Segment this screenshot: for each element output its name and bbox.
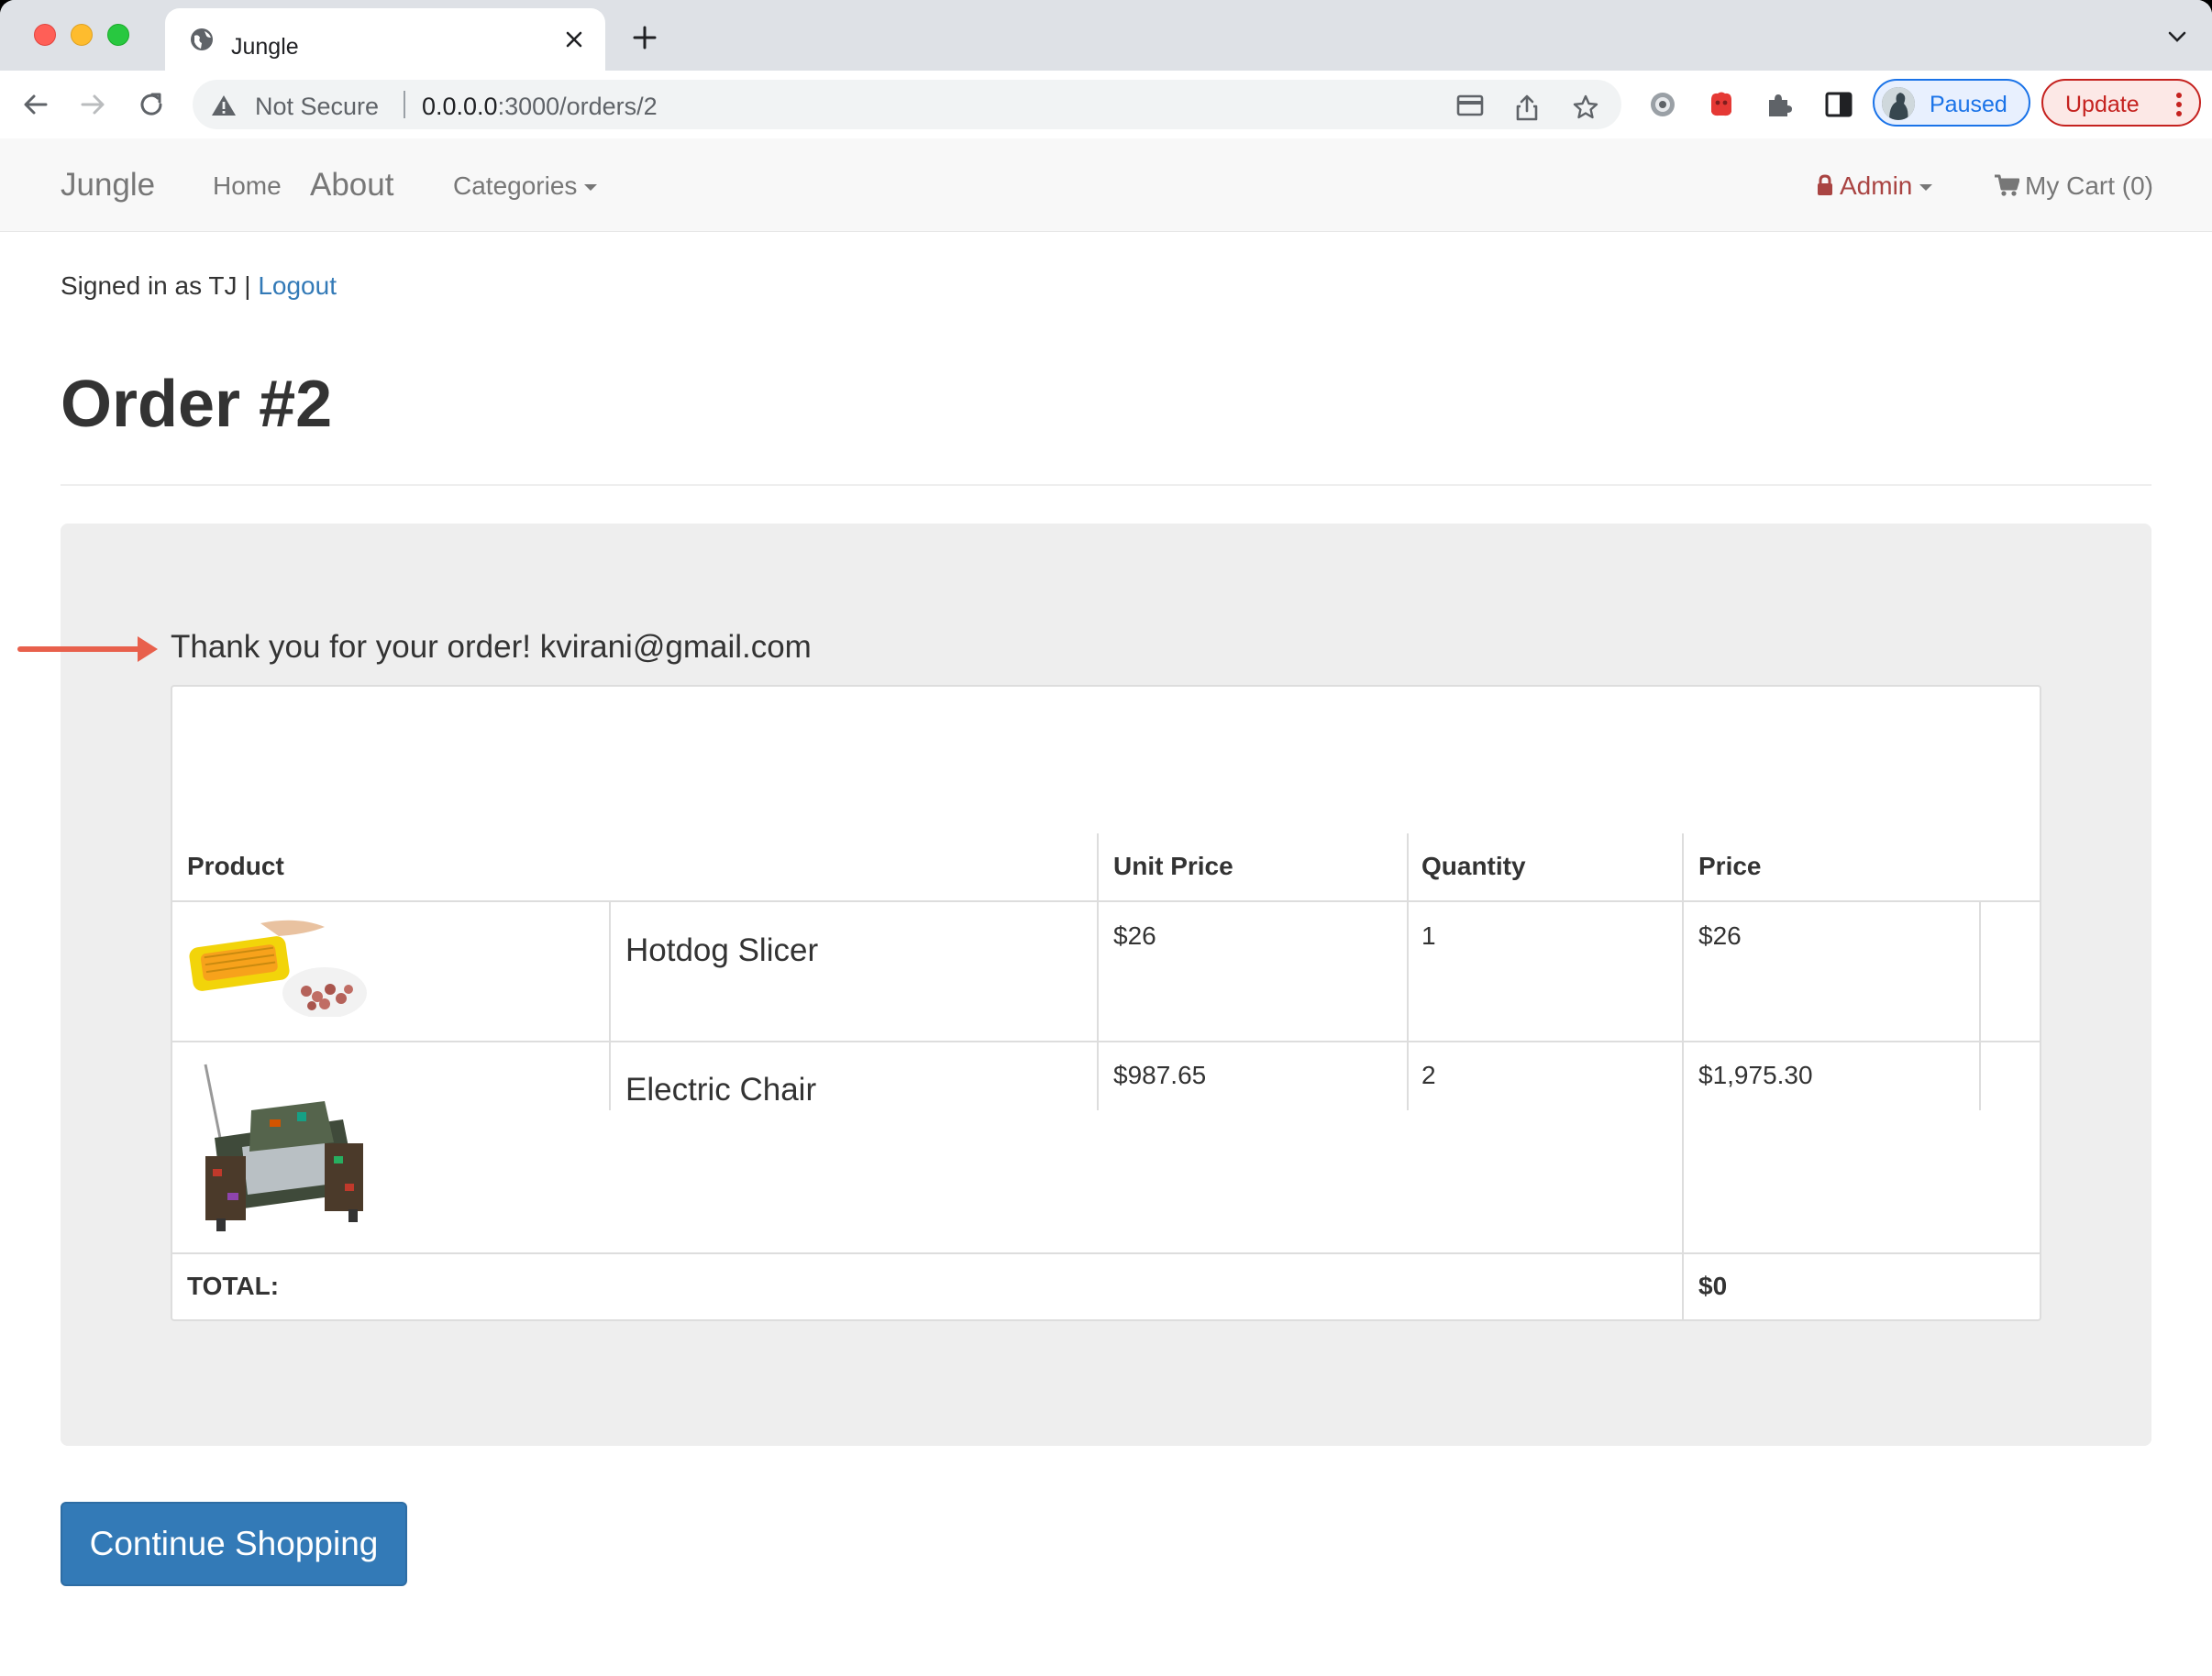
order-table: Product Unit Price Quantity Price Hotdog… — [171, 685, 2041, 1321]
forward-arrow-icon[interactable] — [77, 89, 108, 125]
url-path: :3000/orders/2 — [497, 93, 658, 120]
product-image-hotdog-slicer — [187, 916, 367, 1019]
extension-gear-icon[interactable] — [1647, 89, 1678, 125]
product-name: Electric Chair — [625, 1072, 817, 1108]
profile-paused-button[interactable]: Paused — [1873, 79, 2030, 127]
update-label: Update — [2065, 92, 2140, 117]
globe-icon — [189, 27, 215, 57]
unit-price: $987.65 — [1113, 1061, 1207, 1089]
cart-icon — [1994, 173, 2020, 204]
nav-home-link[interactable]: Home — [213, 171, 282, 201]
chevron-down-icon[interactable] — [2166, 29, 2188, 49]
tab-jungle[interactable]: Jungle — [165, 8, 605, 71]
quantity: 1 — [1421, 921, 1436, 950]
url-host: 0.0.0.0 — [422, 93, 498, 120]
caret-down-icon — [1919, 184, 1933, 192]
total-value: $0 — [1698, 1272, 1728, 1300]
annotation-arrow-icon — [17, 631, 161, 672]
caret-down-icon — [584, 184, 598, 192]
new-tab-icon[interactable] — [631, 24, 658, 56]
column-header-quantity: Quantity — [1421, 852, 1526, 880]
url-text[interactable]: 0.0.0.0:3000/orders/2 — [422, 93, 658, 121]
line-price: $26 — [1698, 921, 1742, 950]
update-button[interactable]: Update — [2041, 79, 2201, 127]
product-name: Hotdog Slicer — [625, 932, 819, 968]
more-vertical-icon[interactable] — [2175, 92, 2183, 122]
address-bar[interactable]: Not Secure 0.0.0.0:3000/orders/2 — [193, 80, 1621, 129]
avatar — [1882, 87, 1915, 120]
puzzle-icon[interactable] — [1764, 89, 1796, 125]
continue-shopping-button[interactable]: Continue Shopping — [61, 1502, 407, 1586]
maximize-window-button[interactable] — [107, 24, 129, 46]
nav-admin-dropdown[interactable]: Admin — [1816, 171, 1933, 203]
share-icon[interactable] — [1515, 94, 1539, 126]
star-icon[interactable] — [1572, 94, 1599, 126]
tab-strip: Jungle — [0, 0, 2212, 71]
total-label: TOTAL: — [187, 1272, 280, 1300]
column-header-unit-price: Unit Price — [1113, 852, 1233, 880]
divider — [61, 484, 2151, 486]
back-arrow-icon[interactable] — [20, 89, 51, 125]
column-header-product: Product — [187, 852, 284, 880]
profile-status-label: Paused — [1930, 92, 2007, 117]
nav-admin-label: Admin — [1840, 171, 1913, 200]
logout-link[interactable]: Logout — [258, 271, 337, 300]
column-header-price: Price — [1698, 852, 1762, 880]
divider — [404, 91, 405, 118]
warning-icon[interactable] — [211, 94, 237, 122]
card-icon[interactable] — [1456, 94, 1484, 122]
nav-cart-label: My Cart (0) — [2025, 171, 2153, 200]
line-price: $1,975.30 — [1698, 1061, 1813, 1089]
minimize-window-button[interactable] — [71, 24, 93, 46]
site-navbar: Jungle Home About Categories Admin My Ca… — [0, 138, 2212, 232]
security-status[interactable]: Not Secure — [255, 93, 379, 121]
close-icon[interactable] — [563, 28, 585, 55]
side-panel-icon[interactable] — [1823, 89, 1854, 125]
product-image-electric-chair — [187, 1055, 371, 1239]
nav-cart-link[interactable]: My Cart (0) — [1994, 171, 2153, 204]
reload-icon[interactable] — [136, 89, 167, 125]
brand-link[interactable]: Jungle — [61, 167, 155, 204]
extension-red-icon[interactable] — [1706, 89, 1737, 125]
browser-window: Jungle Not Secure 0.0.0.0:3000/orders/2 … — [0, 0, 2212, 1676]
nav-categories-dropdown[interactable]: Categories — [453, 171, 598, 201]
browser-toolbar: Not Secure 0.0.0.0:3000/orders/2 Paused … — [0, 71, 2212, 139]
thank-you-message: Thank you for your order! kvirani@gmail.… — [171, 629, 812, 665]
lock-icon — [1816, 173, 1834, 203]
nav-categories-label: Categories — [453, 171, 578, 200]
session-info: Signed in as TJ | Logout — [61, 271, 337, 301]
unit-price: $26 — [1113, 921, 1156, 950]
quantity: 2 — [1421, 1061, 1436, 1089]
close-window-button[interactable] — [34, 24, 56, 46]
nav-about-link[interactable]: About — [310, 167, 393, 204]
signed-in-text: Signed in as TJ | — [61, 271, 259, 300]
tab-title: Jungle — [231, 34, 299, 60]
page-title: Order #2 — [61, 368, 333, 441]
